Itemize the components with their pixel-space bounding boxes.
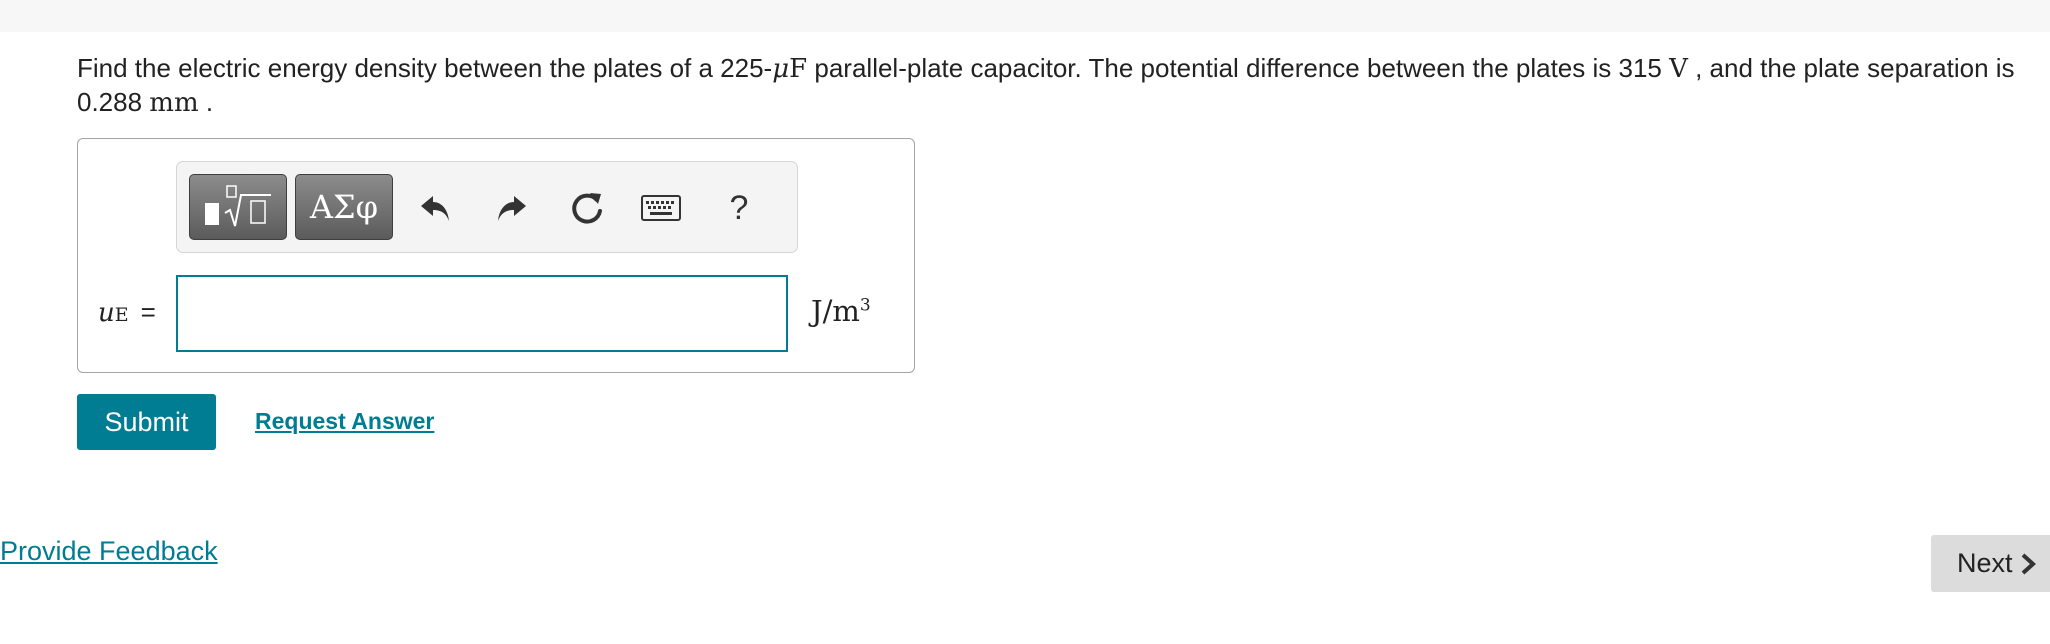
unit-label: J/m3	[811, 294, 871, 328]
templates-button[interactable]	[189, 174, 287, 240]
reset-icon[interactable]	[565, 186, 609, 230]
submit-button[interactable]: Submit	[77, 394, 216, 450]
provide-feedback-link[interactable]: Provide Feedback	[0, 536, 218, 567]
undo-icon[interactable]	[413, 186, 457, 230]
chevron-right-icon	[2021, 553, 2036, 574]
request-answer-link[interactable]: Request Answer	[255, 408, 434, 435]
variable-label: uE =	[98, 297, 156, 328]
redo-icon[interactable]	[490, 186, 534, 230]
question-text: Find the electric energy density between…	[77, 53, 2015, 118]
keyboard-icon[interactable]	[639, 186, 683, 230]
answer-box: ΑΣφ ? uE = J/m3	[77, 138, 915, 373]
fraction-sqrt-template-icon	[205, 185, 271, 227]
mu-symbol: μ	[772, 54, 790, 84]
symbols-button[interactable]: ΑΣφ	[295, 174, 393, 240]
next-label: Next	[1957, 548, 2013, 578]
math-toolbar: ΑΣφ ?	[176, 161, 798, 253]
next-button[interactable]: Next	[1931, 535, 2050, 592]
top-bar	[0, 0, 2050, 32]
answer-input[interactable]	[176, 275, 788, 352]
help-icon[interactable]: ?	[717, 186, 761, 230]
